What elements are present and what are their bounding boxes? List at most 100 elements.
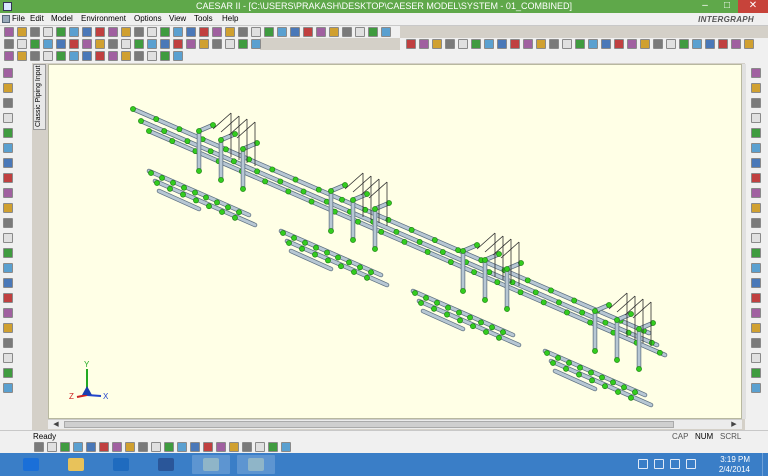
- scroll-thumb[interactable]: [64, 421, 674, 428]
- tool-button-icon[interactable]: [277, 27, 287, 37]
- tool-button-icon[interactable]: [203, 442, 213, 452]
- tool-button-icon[interactable]: [17, 39, 27, 49]
- tool-button-icon[interactable]: [108, 51, 118, 61]
- tool-button-icon[interactable]: [212, 27, 222, 37]
- tool-button-icon[interactable]: [3, 323, 13, 333]
- tool-button-icon[interactable]: [86, 442, 96, 452]
- tool-button-icon[interactable]: [43, 27, 53, 37]
- tool-button-icon[interactable]: [147, 39, 157, 49]
- tool-button-icon[interactable]: [138, 442, 148, 452]
- tool-button-icon[interactable]: [164, 442, 174, 452]
- tool-button-icon[interactable]: [73, 442, 83, 452]
- piping-model-drawing[interactable]: Y X Z: [49, 65, 741, 418]
- vertical-scrollbar[interactable]: [742, 64, 746, 419]
- tool-button-icon[interactable]: [3, 278, 13, 288]
- tool-button-icon[interactable]: [147, 27, 157, 37]
- tool-button-icon[interactable]: [705, 39, 715, 49]
- tool-button-icon[interactable]: [368, 27, 378, 37]
- tool-button-icon[interactable]: [3, 233, 13, 243]
- tool-button-icon[interactable]: [199, 27, 209, 37]
- minimize-button[interactable]: –: [694, 0, 716, 13]
- tool-button-icon[interactable]: [160, 27, 170, 37]
- tool-button-icon[interactable]: [3, 158, 13, 168]
- tool-button-icon[interactable]: [744, 39, 754, 49]
- tray-network-icon[interactable]: [670, 459, 680, 469]
- tool-button-icon[interactable]: [751, 383, 761, 393]
- tool-button-icon[interactable]: [82, 27, 92, 37]
- tool-button-icon[interactable]: [151, 442, 161, 452]
- tool-button-icon[interactable]: [190, 442, 200, 452]
- tool-button-icon[interactable]: [268, 442, 278, 452]
- tool-button-icon[interactable]: [3, 383, 13, 393]
- tool-button-icon[interactable]: [692, 39, 702, 49]
- tool-button-icon[interactable]: [3, 263, 13, 273]
- tool-button-icon[interactable]: [3, 98, 13, 108]
- tool-button-icon[interactable]: [3, 218, 13, 228]
- tool-button-icon[interactable]: [751, 293, 761, 303]
- tool-button-icon[interactable]: [160, 39, 170, 49]
- tool-button-icon[interactable]: [653, 39, 663, 49]
- tool-button-icon[interactable]: [121, 27, 131, 37]
- tool-button-icon[interactable]: [121, 51, 131, 61]
- tool-button-icon[interactable]: [575, 39, 585, 49]
- tool-button-icon[interactable]: [562, 39, 572, 49]
- tool-button-icon[interactable]: [666, 39, 676, 49]
- tool-button-icon[interactable]: [95, 51, 105, 61]
- tool-button-icon[interactable]: [3, 188, 13, 198]
- tool-button-icon[interactable]: [640, 39, 650, 49]
- menu-environment[interactable]: Environment: [81, 14, 126, 23]
- tool-button-icon[interactable]: [523, 39, 533, 49]
- tool-button-icon[interactable]: [751, 323, 761, 333]
- tool-button-icon[interactable]: [30, 27, 40, 37]
- classic-piping-input-tab[interactable]: Classic Piping Input: [33, 64, 46, 130]
- menu-model[interactable]: Model: [51, 14, 73, 23]
- tool-button-icon[interactable]: [95, 27, 105, 37]
- tool-button-icon[interactable]: [229, 442, 239, 452]
- tool-button-icon[interactable]: [251, 39, 261, 49]
- taskbar-outlook-button[interactable]: [102, 455, 140, 474]
- tool-button-icon[interactable]: [458, 39, 468, 49]
- tool-button-icon[interactable]: [751, 173, 761, 183]
- tool-button-icon[interactable]: [95, 39, 105, 49]
- scroll-left-icon[interactable]: ◀: [50, 420, 62, 429]
- tool-button-icon[interactable]: [3, 353, 13, 363]
- tool-button-icon[interactable]: [419, 39, 429, 49]
- tool-button-icon[interactable]: [82, 51, 92, 61]
- tool-button-icon[interactable]: [3, 143, 13, 153]
- tool-button-icon[interactable]: [60, 442, 70, 452]
- tray-arrow-icon[interactable]: [638, 459, 648, 469]
- tool-button-icon[interactable]: [751, 308, 761, 318]
- tool-button-icon[interactable]: [290, 27, 300, 37]
- tool-button-icon[interactable]: [255, 442, 265, 452]
- scroll-right-icon[interactable]: ▶: [728, 420, 740, 429]
- tool-button-icon[interactable]: [3, 203, 13, 213]
- tool-button-icon[interactable]: [751, 338, 761, 348]
- taskbar-explorer-button[interactable]: [57, 455, 95, 474]
- tool-button-icon[interactable]: [381, 27, 391, 37]
- tool-button-icon[interactable]: [238, 39, 248, 49]
- taskbar-ie-button[interactable]: [12, 455, 50, 474]
- tool-button-icon[interactable]: [242, 442, 252, 452]
- tool-button-icon[interactable]: [751, 248, 761, 258]
- tool-button-icon[interactable]: [4, 51, 14, 61]
- tool-button-icon[interactable]: [342, 27, 352, 37]
- tool-button-icon[interactable]: [147, 51, 157, 61]
- tool-button-icon[interactable]: [751, 218, 761, 228]
- tool-button-icon[interactable]: [281, 442, 291, 452]
- tool-button-icon[interactable]: [510, 39, 520, 49]
- tool-button-icon[interactable]: [614, 39, 624, 49]
- tool-button-icon[interactable]: [718, 39, 728, 49]
- tool-button-icon[interactable]: [3, 368, 13, 378]
- tool-button-icon[interactable]: [303, 27, 313, 37]
- maximize-button[interactable]: □: [716, 0, 738, 13]
- tool-button-icon[interactable]: [56, 39, 66, 49]
- menu-options[interactable]: Options: [134, 14, 162, 23]
- tool-button-icon[interactable]: [406, 39, 416, 49]
- tool-button-icon[interactable]: [34, 442, 44, 452]
- show-desktop-button[interactable]: [762, 453, 768, 476]
- tool-button-icon[interactable]: [751, 368, 761, 378]
- tool-button-icon[interactable]: [316, 27, 326, 37]
- tool-button-icon[interactable]: [751, 158, 761, 168]
- tool-button-icon[interactable]: [536, 39, 546, 49]
- tool-button-icon[interactable]: [751, 353, 761, 363]
